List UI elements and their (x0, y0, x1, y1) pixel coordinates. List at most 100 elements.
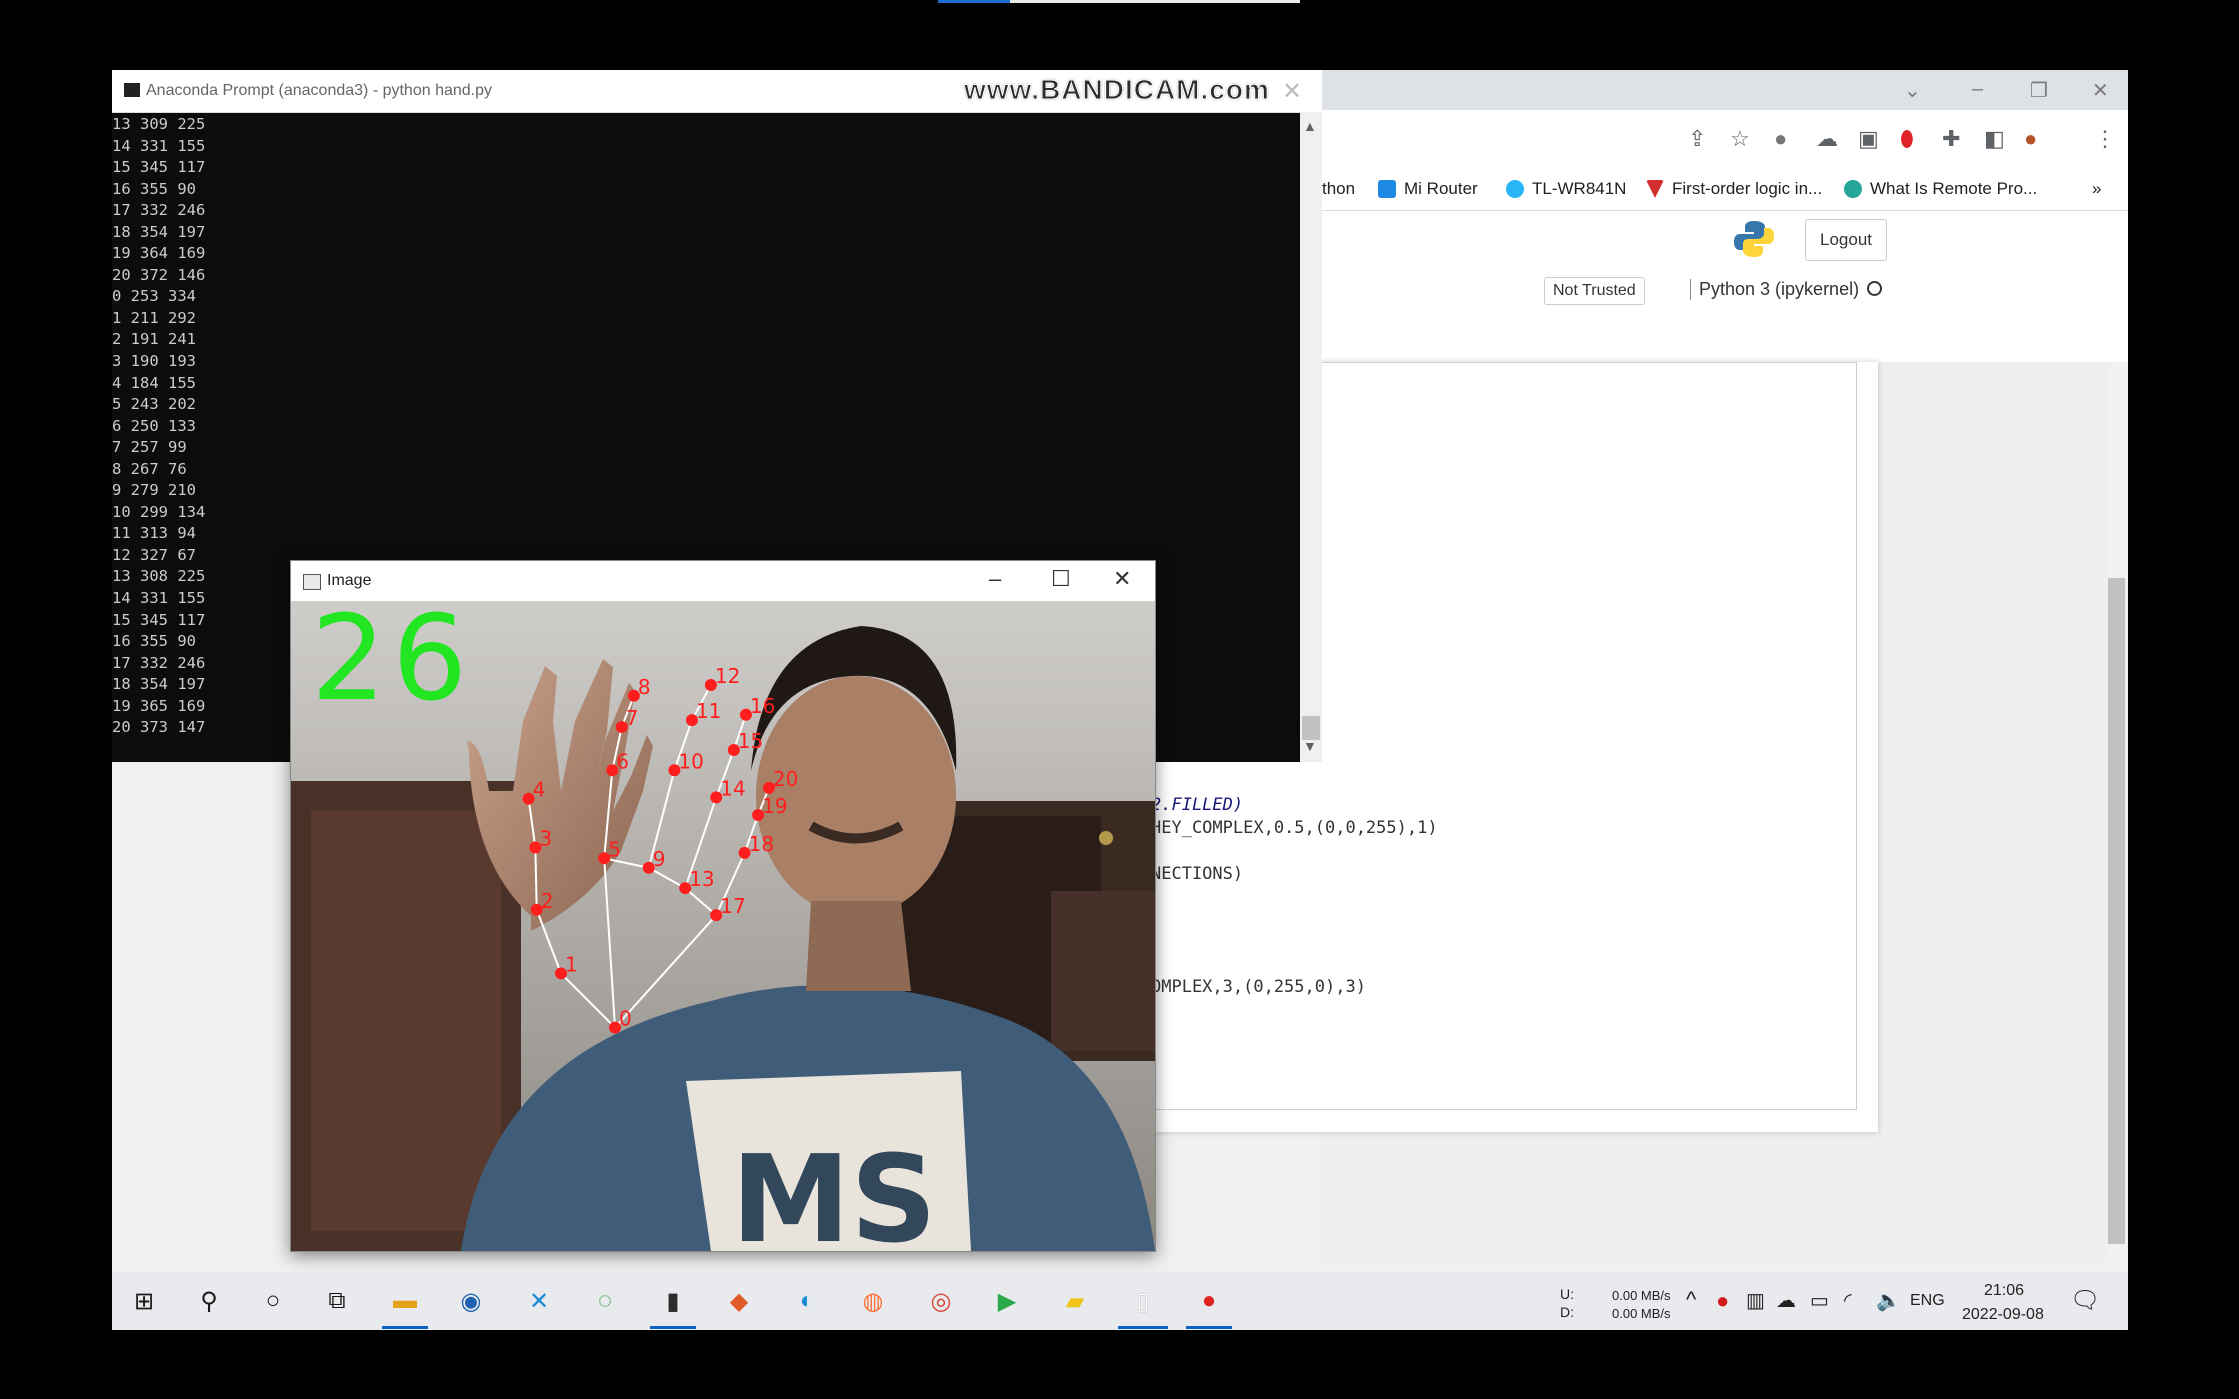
hand-landmark-label: 10 (678, 749, 703, 773)
hand-landmark-label: 17 (720, 894, 745, 918)
hand-landmark-label: 5 (608, 837, 621, 861)
close-button[interactable]: ✕ (2092, 78, 2109, 103)
console-line: 18 354 197 (112, 675, 206, 694)
extension-camera-icon[interactable]: ▣ (1858, 126, 1879, 152)
console-line: 17 332 246 (112, 201, 206, 220)
bookmark-first-order-logic[interactable]: First-order logic in... (1646, 179, 1822, 199)
windows-start-icon[interactable]: ⊞ (129, 1286, 159, 1316)
tab-search-icon[interactable]: ⌄ (1904, 78, 1921, 103)
hand-landmark-label: 2 (541, 889, 554, 913)
more-bookmarks-button[interactable]: » (2092, 179, 2101, 199)
terminal-icon[interactable]: ▮ (658, 1286, 688, 1316)
close-icon[interactable]: ✕ (1113, 566, 1131, 592)
console-line: 13 309 225 (112, 115, 206, 133)
console-line: 15 345 117 (112, 158, 206, 177)
task-view-icon[interactable]: ⧉ (322, 1286, 352, 1316)
code-line: NECTIONS) (1151, 864, 1244, 884)
minimize-button[interactable]: – (1972, 78, 1983, 101)
vscode-icon[interactable]: ✕ (524, 1286, 554, 1316)
console-scrollbar[interactable]: ▲ ▼ (1300, 112, 1322, 762)
hand-landmark-label: 14 (720, 776, 745, 800)
logout-button[interactable]: Logout (1805, 219, 1887, 261)
code-line: HEY_COMPLEX,0.5,(0,0,255),1) (1151, 818, 1438, 838)
firefox-icon[interactable]: ◍ (858, 1286, 888, 1316)
edge-icon[interactable]: ◐ (792, 1286, 822, 1316)
record-status-icon[interactable]: ● (1716, 1288, 1729, 1314)
word-icon[interactable]: ◉ (456, 1286, 486, 1316)
restore-button[interactable]: ❐ (2030, 78, 2048, 103)
opera-icon[interactable]: ⬮ (1900, 126, 1914, 152)
console-scroll-thumb[interactable] (1302, 716, 1320, 740)
hand-landmark-label: 3 (539, 826, 552, 850)
hand-landmark-label: 9 (653, 847, 666, 871)
console-line: 18 354 197 (112, 222, 206, 241)
bandicam-record-icon[interactable]: ● (1194, 1286, 1224, 1316)
notebook-scroll-thumb[interactable] (2108, 578, 2125, 1244)
image-window[interactable]: Image – ☐ ✕ MS 0 1 2 3 4 5 6 7 8 9 10 11… (290, 560, 1156, 1252)
code-line: OMPLEX,3,(0,255,0),3) (1151, 977, 1366, 997)
kernel-indicator[interactable]: Python 3 (ipykernel) (1690, 279, 1883, 300)
console-titlebar[interactable]: Anaconda Prompt (anaconda3) - python han… (112, 70, 1322, 113)
cortana-icon[interactable]: ○ (258, 1286, 288, 1316)
console-line: 7 257 99 (112, 438, 187, 457)
circle-app-icon[interactable]: ◌ (590, 1286, 620, 1316)
clock-date[interactable]: 2022-09-08 (1962, 1306, 2044, 1324)
sticky-notes-icon[interactable]: ▰ (1060, 1286, 1090, 1316)
notification-center-icon[interactable]: 🗨 (2070, 1286, 2100, 1315)
jupyter-header-shadow (1322, 328, 2128, 362)
console-line: 20 372 146 (112, 265, 206, 284)
extensions-puzzle-icon[interactable]: ✚ (1942, 126, 1960, 152)
console-output: 13 309 225 14 331 155 15 345 117 16 355 90 1… (112, 114, 205, 739)
show-hidden-icons-icon[interactable]: ^ (1686, 1287, 1696, 1313)
chrome-icon[interactable]: ◎ (926, 1286, 956, 1316)
wifi-icon[interactable]: ◜ (1844, 1288, 1852, 1313)
bookmark-mi-router[interactable]: Mi Router (1378, 179, 1478, 199)
maximize-icon[interactable]: ☐ (1051, 566, 1071, 592)
file-explorer-icon[interactable]: ▬ (390, 1286, 420, 1316)
hand-landmark-label: 7 (626, 706, 639, 730)
language-indicator[interactable]: ENG (1910, 1292, 1945, 1310)
active-app-indicator (382, 1326, 428, 1329)
bookmark-python[interactable]: thon (1322, 179, 1355, 199)
menu-kebab-icon[interactable]: ⋮ (2094, 126, 2116, 152)
console-line: 12 327 67 (112, 545, 196, 564)
bookmark-star-icon[interactable]: ☆ (1730, 126, 1750, 152)
console-app-icon (124, 83, 140, 97)
hand-landmark-label: 12 (715, 664, 740, 688)
console-line: 4 184 155 (112, 373, 196, 392)
git-icon[interactable]: ◆ (724, 1286, 754, 1316)
notepad-icon[interactable]: ▯ (1128, 1286, 1158, 1316)
bookmark-tl-wr841n[interactable]: TL-WR841N (1506, 179, 1626, 199)
console-line: 9 279 210 (112, 481, 196, 500)
code-line: 2.FILLED) (1151, 795, 1244, 815)
console-line: 16 355 90 (112, 632, 196, 651)
browser-titlebar: ⌄ – ❐ ✕ (1322, 70, 2128, 110)
onedrive-icon[interactable]: ☁ (1776, 1288, 1796, 1313)
hand-landmark-label: 1 (565, 952, 578, 976)
scroll-up-icon[interactable]: ▲ (1303, 118, 1317, 134)
scroll-down-icon[interactable]: ▼ (1303, 738, 1317, 754)
extension-bubble-icon[interactable]: ● (1774, 126, 1787, 152)
volume-muted-icon[interactable]: 🔈 (1876, 1288, 1901, 1313)
share-icon[interactable]: ⇪ (1688, 126, 1706, 152)
console-line: 0 253 334 (112, 287, 196, 306)
search-icon[interactable]: ⚲ (194, 1286, 224, 1316)
trust-indicator[interactable]: Not Trusted (1544, 277, 1645, 305)
image-window-titlebar[interactable]: Image – ☐ ✕ (291, 561, 1155, 601)
console-line: 17 332 246 (112, 653, 206, 672)
device-icon[interactable]: ▥ (1746, 1288, 1765, 1313)
finger-count-overlay: 26 (311, 601, 474, 727)
hand-landmark-label: 6 (616, 749, 629, 773)
extension-cloud-icon[interactable]: ☁ (1816, 126, 1838, 152)
image-window-title: Image (327, 572, 372, 589)
minimize-icon[interactable]: – (989, 566, 1001, 592)
vercel-triangle-icon (1646, 180, 1664, 198)
clock-time[interactable]: 21:06 (1984, 1282, 2024, 1300)
close-icon[interactable]: ✕ (1282, 77, 1302, 106)
net-download-speed: 0.00 MB/s (1612, 1306, 1671, 1321)
bookmark-remote-pro[interactable]: What Is Remote Pro... (1844, 179, 2037, 199)
profile-avatar-icon[interactable]: ● (2024, 126, 2037, 152)
media-app-icon[interactable]: ▶ (992, 1286, 1022, 1316)
battery-icon[interactable]: ▭ (1810, 1288, 1829, 1313)
side-panel-icon[interactable]: ◧ (1984, 126, 2005, 152)
